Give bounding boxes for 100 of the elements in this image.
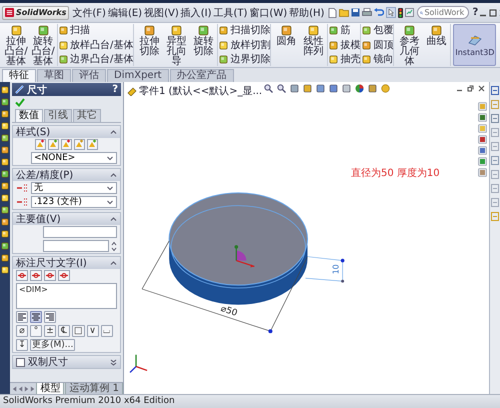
tab[interactable]: 评估 — [72, 69, 106, 82]
tab[interactable]: 办公室产品 — [170, 69, 234, 82]
tab[interactable]: 运动算例 1 — [65, 382, 123, 394]
symbol-button[interactable]: ∨ — [86, 325, 99, 337]
ribbon-button[interactable]: 拉伸切除 — [136, 24, 162, 66]
feature-icon[interactable] — [1, 206, 9, 214]
symbol-button[interactable]: ± — [44, 325, 56, 337]
align-button[interactable] — [44, 311, 56, 323]
value-field[interactable] — [43, 240, 109, 252]
feature-icon[interactable] — [1, 158, 9, 166]
printer-icon[interactable] — [362, 8, 372, 17]
feature-icon[interactable] — [1, 86, 9, 94]
style-dropdown[interactable]: <NONE> — [31, 152, 117, 164]
style-icon[interactable] — [48, 139, 59, 150]
feature-icon[interactable] — [1, 218, 9, 226]
feature-icon[interactable] — [1, 122, 9, 130]
dropdown[interactable]: .123 (文件) — [31, 196, 117, 208]
symbol-button[interactable]: □ — [72, 325, 85, 337]
menu-item[interactable]: 窗口(W) — [249, 6, 288, 20]
instant3d-button[interactable]: Instant3D — [453, 24, 496, 66]
feature-icon[interactable] — [1, 194, 9, 202]
menu-item[interactable]: 帮助(H) — [289, 6, 324, 20]
dimension-label[interactable]: 10 — [332, 264, 341, 274]
new-document-icon[interactable] — [328, 8, 338, 18]
feature-icon[interactable] — [1, 266, 9, 274]
collapse-icon[interactable] — [110, 260, 117, 266]
toolbar-icon[interactable] — [491, 114, 499, 123]
ribbon-button[interactable]: 边界切除 — [219, 54, 270, 65]
style-icon[interactable] — [35, 139, 46, 150]
ribbon-button[interactable]: 放样凸台/基体 — [59, 40, 134, 50]
ribbon-button[interactable]: 扫描 — [59, 25, 134, 36]
part-icon[interactable] — [127, 86, 137, 96]
symbol-button[interactable]: ℄ — [58, 325, 70, 337]
more-button[interactable]: 更多(M)... — [30, 339, 76, 351]
maximize-icon[interactable] — [489, 8, 498, 16]
symbol-button[interactable]: ⌴ — [100, 325, 113, 337]
feature-icon[interactable] — [1, 110, 9, 118]
traffic-light-icon[interactable] — [398, 8, 404, 18]
ribbon-button[interactable]: 异型孔向导 — [163, 24, 190, 66]
text-tool-icon[interactable] — [44, 270, 56, 281]
align-button[interactable] — [16, 311, 28, 323]
spin-icon[interactable] — [111, 240, 117, 252]
align-button[interactable] — [30, 311, 42, 323]
undo-icon[interactable] — [374, 8, 384, 17]
toolbar-icon[interactable] — [491, 86, 499, 95]
folder-icon[interactable] — [339, 8, 350, 17]
menu-item[interactable]: 文件(F) — [72, 6, 106, 20]
feature-icon[interactable] — [1, 254, 9, 262]
symbol-button[interactable]: ⌀ — [16, 325, 28, 337]
save-icon[interactable] — [351, 8, 360, 17]
zoom-icon[interactable] — [264, 84, 273, 93]
ribbon-button[interactable]: 抽壳 — [329, 54, 360, 65]
view-icon[interactable] — [368, 84, 377, 93]
collapse-icon[interactable] — [110, 129, 117, 135]
ribbon-button[interactable]: 拔模 — [329, 40, 360, 50]
tab[interactable]: 模型 — [36, 382, 64, 394]
symbol-button[interactable]: ↧ — [16, 339, 28, 351]
dropdown[interactable]: 无 — [31, 182, 117, 194]
checkmark-icon[interactable] — [15, 98, 25, 107]
menu-item[interactable]: 工具(T) — [214, 6, 248, 20]
feature-icon[interactable] — [1, 242, 9, 250]
ribbon-button[interactable]: 包覆 — [362, 25, 394, 36]
value-field[interactable] — [43, 226, 117, 238]
ribbon-button[interactable]: 镜向 — [362, 54, 394, 65]
tab[interactable]: DimXpert — [107, 69, 169, 82]
ribbon-button[interactable]: 参考几何体 — [396, 24, 422, 66]
ribbon-button[interactable]: 筋 — [329, 25, 360, 36]
collapse-icon[interactable] — [110, 172, 117, 178]
dimension-label[interactable]: ⌀50 — [219, 304, 239, 319]
cursor-icon[interactable] — [386, 7, 396, 18]
ribbon-button[interactable]: 圆角 — [273, 24, 300, 66]
checkbox[interactable] — [16, 358, 25, 366]
ribbon-button[interactable]: 旋转切除 — [190, 24, 216, 66]
tab[interactable]: 数值 — [15, 109, 43, 122]
appearance-icon[interactable] — [355, 84, 364, 93]
feature-icon[interactable] — [1, 182, 9, 190]
ribbon-button[interactable]: 线性阵列 — [300, 24, 326, 66]
text-tool-icon[interactable] — [58, 270, 70, 281]
menu-item[interactable]: 插入(I) — [180, 6, 212, 20]
ribbon-button[interactable]: 曲线 — [423, 24, 450, 66]
text-tool-icon[interactable] — [30, 270, 42, 281]
zoom-icon[interactable] — [277, 84, 286, 93]
feature-icon[interactable] — [1, 230, 9, 238]
restore-icon[interactable] — [467, 85, 474, 92]
tab[interactable]: 草图 — [37, 69, 71, 82]
feature-icon[interactable] — [1, 134, 9, 142]
ribbon-button[interactable]: 旋转凸台/基体 — [30, 24, 56, 66]
ribbon-button[interactable]: 圆顶 — [362, 40, 394, 50]
close-icon[interactable] — [478, 85, 485, 92]
ribbon-button[interactable]: 边界凸台/基体 — [59, 54, 134, 65]
collapse-icon[interactable] — [110, 216, 117, 222]
feature-icon[interactable] — [1, 170, 9, 178]
menu-item[interactable]: 视图(V) — [144, 6, 179, 20]
tab[interactable]: 其它 — [73, 109, 101, 122]
light-icon[interactable] — [381, 84, 390, 93]
style-icon[interactable] — [87, 139, 98, 150]
expand-icon[interactable] — [110, 358, 117, 366]
tree-item[interactable]: 零件1 (默认<<默认>_显... — [139, 84, 262, 98]
help-button[interactable]: ? — [112, 84, 118, 95]
tab[interactable]: 引线 — [44, 109, 72, 122]
